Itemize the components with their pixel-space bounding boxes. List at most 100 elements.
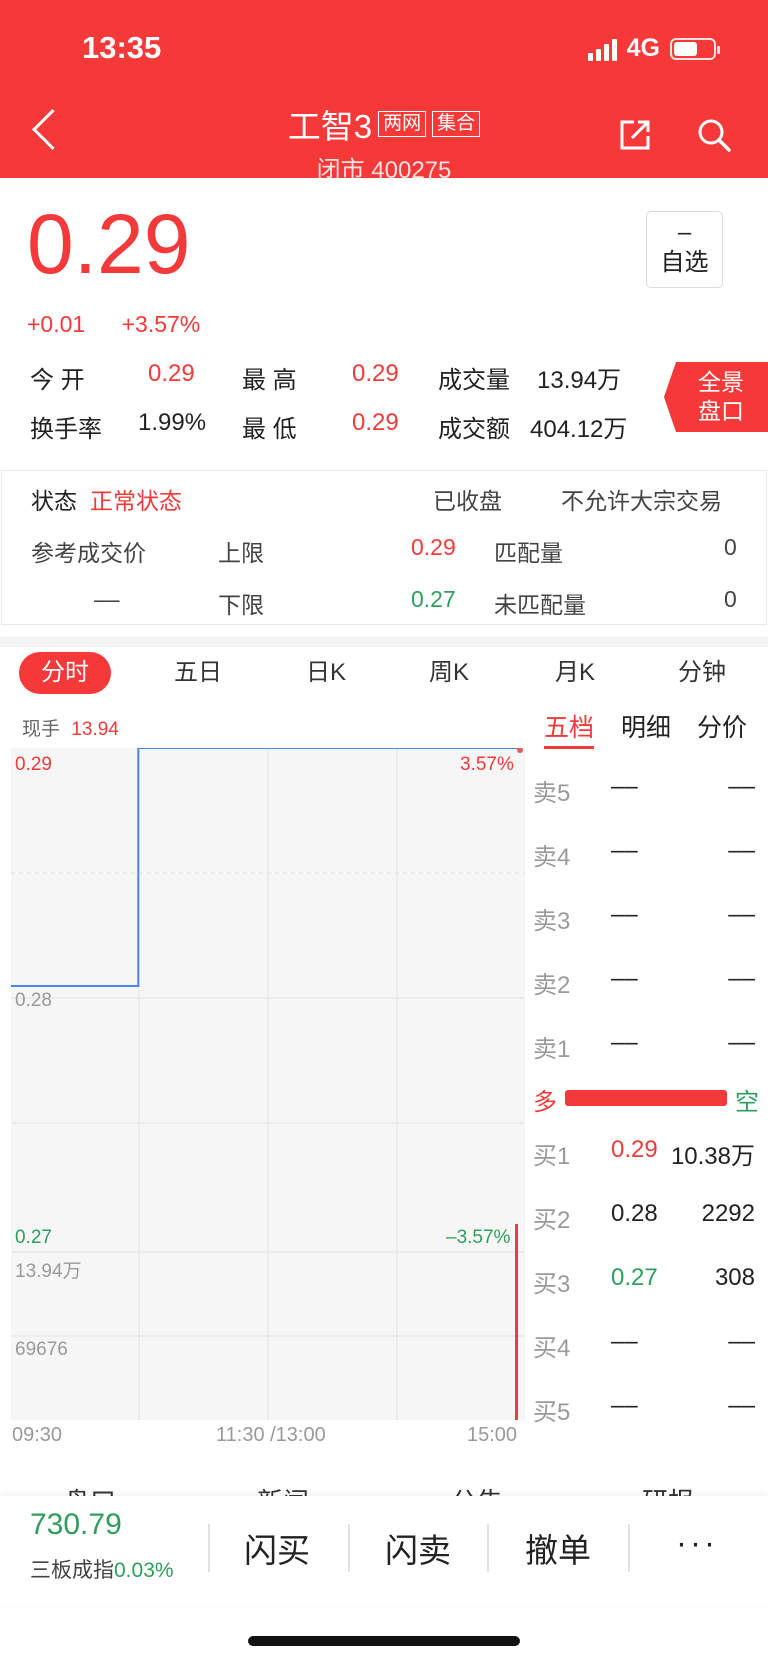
price-change: +0.01 xyxy=(27,311,86,337)
divider xyxy=(487,1524,489,1572)
flash-buy-button[interactable]: 闪买 xyxy=(244,1524,310,1572)
bid-level-label: 买4 xyxy=(533,1335,571,1362)
tab-five-day[interactable]: 五日 xyxy=(174,652,222,694)
tab-minute[interactable]: 分钟 xyxy=(678,652,726,694)
pct-max-label: 3.57% xyxy=(460,754,514,775)
bid-volume: 2292 xyxy=(701,1200,755,1227)
tab-research[interactable]: 研报 xyxy=(642,1482,694,1496)
network-label: 4G xyxy=(626,34,660,62)
ask-price: –– xyxy=(611,1029,638,1056)
open-value: 0.29 xyxy=(148,360,195,387)
intraday-chart[interactable] xyxy=(11,748,525,1420)
search-icon[interactable] xyxy=(696,117,732,153)
tab-announcements[interactable]: 公告 xyxy=(451,1482,503,1496)
stock-subtitle: 闭市 400275 xyxy=(316,157,452,184)
x-tick-midday: 11:30 /13:00 xyxy=(216,1424,326,1446)
bid-row-2[interactable]: 买2 0.28 2292 xyxy=(533,1200,755,1240)
tab-monthly-k[interactable]: 月K xyxy=(555,652,595,694)
add-watchlist-button[interactable]: – 自选 xyxy=(646,211,723,288)
share-icon[interactable] xyxy=(618,118,652,152)
tab-five-levels-label: 五档 xyxy=(544,714,595,742)
lower-limit-value: 0.27 xyxy=(411,586,456,612)
tab-intraday[interactable]: 分时 xyxy=(19,652,111,694)
ask-row-2[interactable]: 卖4 –– –– xyxy=(533,837,755,877)
tab-news[interactable]: 新闻 xyxy=(257,1482,309,1496)
ask-row-1[interactable]: 卖5 –– –– xyxy=(533,773,755,813)
trade-status-panel: 状态 正常状态 已收盘 不允许大宗交易 参考成交价 上限 0.29 匹配量 0 … xyxy=(1,470,767,625)
divider xyxy=(628,1524,630,1572)
status-indicators: 4G xyxy=(587,34,720,63)
turnover-value: 1.99% xyxy=(138,409,207,436)
lower-limit-label: 下限 xyxy=(218,592,264,618)
ask-price: –– xyxy=(611,901,638,928)
ask-level-label: 卖4 xyxy=(533,844,571,871)
divider xyxy=(208,1524,210,1572)
closed-label: 已收盘 xyxy=(433,488,502,514)
tab-weekly-k[interactable]: 周K xyxy=(429,652,469,694)
long-short-track xyxy=(565,1090,727,1106)
section-divider xyxy=(0,637,768,647)
matched-label: 匹配量 xyxy=(494,540,563,566)
bid-row-3[interactable]: 买3 0.27 308 xyxy=(533,1264,755,1304)
bid-level-label: 买3 xyxy=(533,1271,571,1298)
bid-level-label: 买1 xyxy=(533,1143,571,1170)
index-name: 三板成指 xyxy=(30,1559,114,1582)
tab-orderbook[interactable]: 盘口 xyxy=(64,1482,116,1496)
bid-price: –– xyxy=(611,1328,638,1355)
ask-row-5[interactable]: 卖1 –– –– xyxy=(533,1029,755,1069)
tab-daily-k[interactable]: 日K xyxy=(306,652,346,694)
turnover-label: 换手率 xyxy=(30,416,102,443)
ask-volume: –– xyxy=(728,837,755,864)
index-info[interactable]: 三板成指0.03% xyxy=(30,1554,174,1584)
tab-price-dist[interactable]: 分价 xyxy=(697,708,747,744)
amount-value: 404.12万 xyxy=(530,416,628,443)
ask-level-label: 卖1 xyxy=(533,1036,571,1063)
amount-label: 成交额 xyxy=(438,416,510,443)
volume-label: 成交量 xyxy=(438,367,510,394)
x-tick-open: 09:30 xyxy=(12,1424,63,1446)
upper-limit-value: 0.29 xyxy=(411,534,456,560)
ask-level-label: 卖2 xyxy=(533,972,571,999)
watch-label: 自选 xyxy=(660,249,709,276)
ask-price: –– xyxy=(611,773,638,800)
tab-details[interactable]: 明细 xyxy=(621,708,671,744)
volume-max-label: 13.94万 xyxy=(15,1261,82,1282)
ask-volume: –– xyxy=(728,901,755,928)
bid-row-1[interactable]: 买1 0.29 10.38万 xyxy=(533,1136,755,1176)
tag-collective: 集合 xyxy=(432,111,481,137)
bid-price: 0.28 xyxy=(611,1200,658,1227)
price-min-label: 0.27 xyxy=(15,1227,52,1248)
signal-icon xyxy=(587,37,617,61)
price-changes: +0.01 +3.57% xyxy=(27,311,230,338)
ask-level-label: 卖3 xyxy=(533,908,571,935)
ask-volume: –– xyxy=(728,965,755,992)
tab-five-levels[interactable]: 五档 xyxy=(544,708,595,749)
ref-price-label: 参考成交价 xyxy=(31,540,146,566)
home-indicator xyxy=(248,1636,520,1646)
current-hand-info: 现手 13.94 xyxy=(22,714,119,741)
more-icon[interactable]: ··· xyxy=(676,1524,718,1562)
bid-volume: 308 xyxy=(714,1264,755,1291)
status-time: 13:35 xyxy=(82,30,162,65)
bid-row-5[interactable]: 买5 –– –– xyxy=(533,1392,755,1432)
unmatched-value: 0 xyxy=(724,586,737,612)
unmatched-label: 未匹配量 xyxy=(494,592,586,618)
short-label: 空 xyxy=(735,1089,759,1116)
ask-price: –– xyxy=(611,965,638,992)
matched-value: 0 xyxy=(724,534,737,560)
ask-row-4[interactable]: 卖2 –– –– xyxy=(533,965,755,1005)
flash-sell-button[interactable]: 闪卖 xyxy=(385,1524,451,1572)
chart-tabs: 分时 五日 日K 周K 月K 分钟 xyxy=(0,652,768,700)
panorama-button[interactable]: 全景 盘口 xyxy=(664,362,768,432)
high-value: 0.29 xyxy=(352,360,399,387)
upper-limit-label: 上限 xyxy=(218,540,264,566)
cancel-order-button[interactable]: 撤单 xyxy=(525,1524,591,1572)
price-max-label: 0.29 xyxy=(15,754,52,775)
index-value[interactable]: 730.79 xyxy=(30,1508,122,1542)
stock-name: 工智3 xyxy=(287,108,373,145)
bid-row-4[interactable]: 买4 –– –– xyxy=(533,1328,755,1368)
battery-icon xyxy=(670,37,720,60)
ask-row-3[interactable]: 卖3 –– –– xyxy=(533,901,755,941)
long-fill xyxy=(565,1090,727,1106)
bid-level-label: 买5 xyxy=(533,1399,571,1426)
